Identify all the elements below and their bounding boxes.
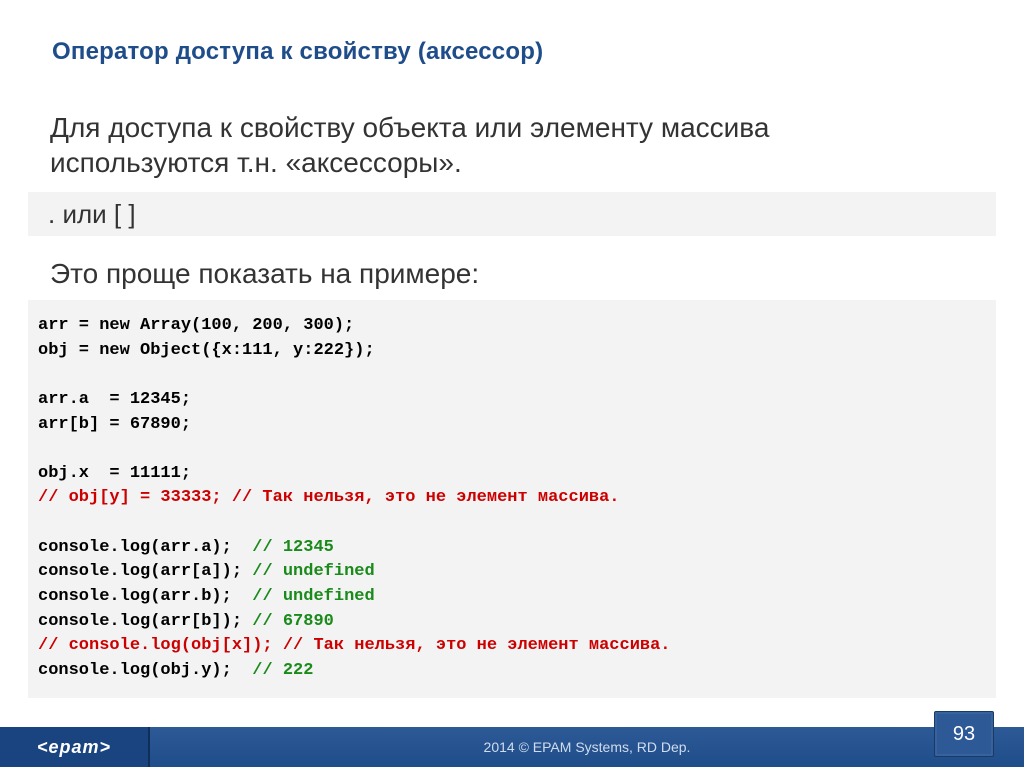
epam-logo-text: <epam> bbox=[37, 737, 111, 758]
copyright-text: 2014 © EPAM Systems, RD Dep. bbox=[150, 739, 1024, 755]
code-comment: // 67890 bbox=[252, 612, 334, 631]
example-intro: Это проще показать на примере: bbox=[50, 258, 950, 290]
code-example: arr = new Array(100, 200, 300); obj = ne… bbox=[28, 300, 996, 698]
code-line: obj.x = 11111; bbox=[38, 464, 191, 483]
code-line: console.log(arr.b); bbox=[38, 587, 252, 606]
code-comment: // 222 bbox=[252, 661, 313, 680]
slide: Оператор доступа к свойству (аксессор) Д… bbox=[0, 0, 1024, 767]
code-line: arr.a = 12345; bbox=[38, 390, 191, 409]
code-line: console.log(arr[a]); bbox=[38, 562, 252, 581]
code-line-error: // obj[y] = 33333; // Так нельзя, это не… bbox=[38, 488, 620, 507]
code-line: console.log(arr[b]); bbox=[38, 612, 252, 631]
code-line: console.log(obj.y); bbox=[38, 661, 252, 680]
footer-bar: <epam> 2014 © EPAM Systems, RD Dep. bbox=[0, 727, 1024, 767]
accessor-syntax-text: . или [ ] bbox=[48, 199, 136, 230]
accessor-syntax-box: . или [ ] bbox=[28, 192, 996, 236]
epam-logo: <epam> bbox=[0, 727, 150, 767]
code-comment: // undefined bbox=[252, 562, 374, 581]
code-comment: // undefined bbox=[252, 587, 374, 606]
code-line: arr[b] = 67890; bbox=[38, 415, 191, 434]
page-number: 93 bbox=[934, 711, 994, 757]
code-line: obj = new Object({x:111, y:222}); bbox=[38, 341, 375, 360]
slide-title: Оператор доступа к свойству (аксессор) bbox=[52, 38, 543, 66]
intro-paragraph: Для доступа к свойству объекта или элеме… bbox=[50, 110, 950, 180]
code-line: console.log(arr.a); bbox=[38, 538, 252, 557]
code-line-error: // console.log(obj[x]); // Так нельзя, э… bbox=[38, 636, 671, 655]
page-number-value: 93 bbox=[953, 723, 975, 746]
code-line: arr = new Array(100, 200, 300); bbox=[38, 316, 354, 335]
code-comment: // 12345 bbox=[252, 538, 334, 557]
